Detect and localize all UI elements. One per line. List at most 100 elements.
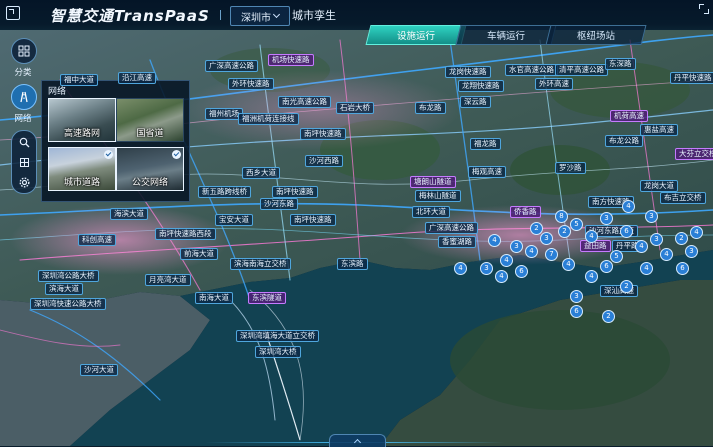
road-label[interactable]: 北环大道: [412, 206, 450, 218]
road-label[interactable]: 机场快速路: [268, 54, 314, 66]
road-label[interactable]: 外环高速: [535, 78, 573, 90]
road-label[interactable]: 东深路: [605, 58, 636, 70]
road-label[interactable]: 南坪快速路西段: [155, 228, 216, 240]
road-label[interactable]: 布龙路: [415, 102, 446, 114]
road-label[interactable]: 龙岗快速路: [445, 66, 491, 78]
road-label[interactable]: 广深高速公路: [425, 222, 478, 234]
cluster-marker[interactable]: 5: [570, 218, 583, 231]
app-menu-icon[interactable]: [6, 6, 20, 20]
cluster-marker[interactable]: 6: [515, 265, 528, 278]
cluster-marker[interactable]: 6: [676, 262, 689, 275]
cluster-marker[interactable]: 4: [585, 230, 598, 243]
layer-highway[interactable]: 高速路网: [48, 98, 116, 142]
road-label[interactable]: 香蜜湖路: [438, 236, 476, 248]
road-label[interactable]: 南海大道: [195, 292, 233, 304]
road-label[interactable]: 南光高速公路: [278, 96, 331, 108]
cluster-marker[interactable]: 4: [635, 240, 648, 253]
road-label[interactable]: 海滨大道: [110, 208, 148, 220]
road-label[interactable]: 深圳湾公路大桥: [38, 270, 99, 282]
road-label[interactable]: 沙河大道: [80, 364, 118, 376]
cluster-marker[interactable]: 3: [650, 233, 663, 246]
cluster-marker[interactable]: 2: [620, 280, 633, 293]
settings-icon[interactable]: [17, 175, 31, 189]
cluster-marker[interactable]: 7: [545, 248, 558, 261]
road-label[interactable]: 布龙公路: [605, 135, 643, 147]
layer-city-road[interactable]: 城市道路: [48, 147, 116, 191]
cluster-marker[interactable]: 2: [675, 232, 688, 245]
fullscreen-icon[interactable]: [699, 4, 709, 14]
road-label[interactable]: 梅观高速: [468, 166, 506, 178]
road-label[interactable]: 深圳湾填海大道立交桥: [236, 330, 319, 342]
tab-hub-stations[interactable]: 枢纽场站: [545, 25, 647, 45]
cluster-marker[interactable]: 2: [602, 310, 615, 323]
cluster-marker[interactable]: 3: [685, 245, 698, 258]
road-label[interactable]: 滨海南海立交桥: [230, 258, 291, 270]
network-button[interactable]: [11, 84, 37, 110]
cluster-marker[interactable]: 8: [555, 210, 568, 223]
road-label[interactable]: 塘朗山隧道: [410, 176, 456, 188]
road-label[interactable]: 科创高速: [78, 234, 116, 246]
road-label[interactable]: 福龙路: [470, 138, 501, 150]
cluster-marker[interactable]: 4: [660, 248, 673, 261]
cluster-marker[interactable]: 3: [540, 232, 553, 245]
road-label[interactable]: 梅林山隧道: [415, 190, 461, 202]
tab-facility-operation[interactable]: 设施运行: [365, 25, 467, 45]
road-label[interactable]: 龙翔快速路: [458, 80, 504, 92]
road-label[interactable]: 西乡大道: [242, 167, 280, 179]
road-label[interactable]: 新五路跨线桥: [198, 186, 251, 198]
layer-bus-network[interactable]: 公交网络: [116, 147, 184, 191]
cluster-marker[interactable]: 4: [585, 270, 598, 283]
city-select[interactable]: 深圳市: [230, 6, 290, 26]
road-label[interactable]: 外环快速路: [228, 78, 274, 90]
cluster-marker[interactable]: 4: [488, 234, 501, 247]
cluster-marker[interactable]: 3: [570, 290, 583, 303]
road-label[interactable]: 广深高速公路: [205, 60, 258, 72]
road-label[interactable]: 沿江高速: [118, 72, 156, 84]
cluster-marker[interactable]: 6: [600, 260, 613, 273]
road-label[interactable]: 宝安大道: [215, 214, 253, 226]
road-label[interactable]: 南坪快速路: [300, 128, 346, 140]
road-label[interactable]: 沙河西路: [305, 155, 343, 167]
cluster-marker[interactable]: 4: [454, 262, 467, 275]
road-label[interactable]: 南坪快速路: [272, 186, 318, 198]
road-label[interactable]: 月亮湾大道: [145, 274, 191, 286]
road-label[interactable]: 东滨路: [337, 258, 368, 270]
search-icon[interactable]: [17, 135, 31, 149]
road-label[interactable]: 东滨隧道: [248, 292, 286, 304]
cluster-marker[interactable]: 5: [610, 250, 623, 263]
road-label[interactable]: 机荷高速: [610, 110, 648, 122]
road-label[interactable]: 龙岗大道: [640, 180, 678, 192]
cluster-marker[interactable]: 4: [495, 270, 508, 283]
cluster-marker[interactable]: 4: [525, 245, 538, 258]
road-label[interactable]: 前海大道: [180, 248, 218, 260]
road-label[interactable]: 布吉立交桥: [660, 192, 706, 204]
road-label[interactable]: 清平高速公路: [555, 64, 608, 76]
cluster-marker[interactable]: 4: [690, 226, 703, 239]
road-label[interactable]: 大芬立交桥: [675, 148, 713, 160]
road-label[interactable]: 深云路: [460, 96, 491, 108]
road-label[interactable]: 水官高速公路: [505, 64, 558, 76]
cluster-marker[interactable]: 6: [570, 305, 583, 318]
road-label[interactable]: 罗沙路: [555, 162, 586, 174]
road-label[interactable]: 滨海大道: [45, 283, 83, 295]
road-label[interactable]: 石岩大桥: [336, 102, 374, 114]
road-label[interactable]: 福洲机荷连接线: [238, 113, 299, 125]
cluster-marker[interactable]: 3: [480, 262, 493, 275]
cluster-marker[interactable]: 3: [645, 210, 658, 223]
road-label[interactable]: 丹平快速路: [670, 72, 713, 84]
cluster-marker[interactable]: 4: [622, 200, 635, 213]
tab-vehicle-operation[interactable]: 车辆运行: [455, 25, 557, 45]
road-label[interactable]: 南坪快速路: [290, 214, 336, 226]
cluster-marker[interactable]: 3: [510, 240, 523, 253]
cluster-marker[interactable]: 4: [500, 254, 513, 267]
cluster-marker[interactable]: 6: [620, 225, 633, 238]
road-label[interactable]: 侨香路: [510, 206, 541, 218]
road-label[interactable]: 沙河东路: [260, 198, 298, 210]
cluster-marker[interactable]: 4: [640, 262, 653, 275]
cluster-marker[interactable]: 3: [600, 212, 613, 225]
category-button[interactable]: [11, 38, 37, 64]
road-label[interactable]: 福中大道: [60, 74, 98, 86]
road-label[interactable]: 深圳湾大桥: [255, 346, 301, 358]
bottom-panel-toggle[interactable]: [329, 434, 386, 447]
cluster-marker[interactable]: 2: [530, 222, 543, 235]
